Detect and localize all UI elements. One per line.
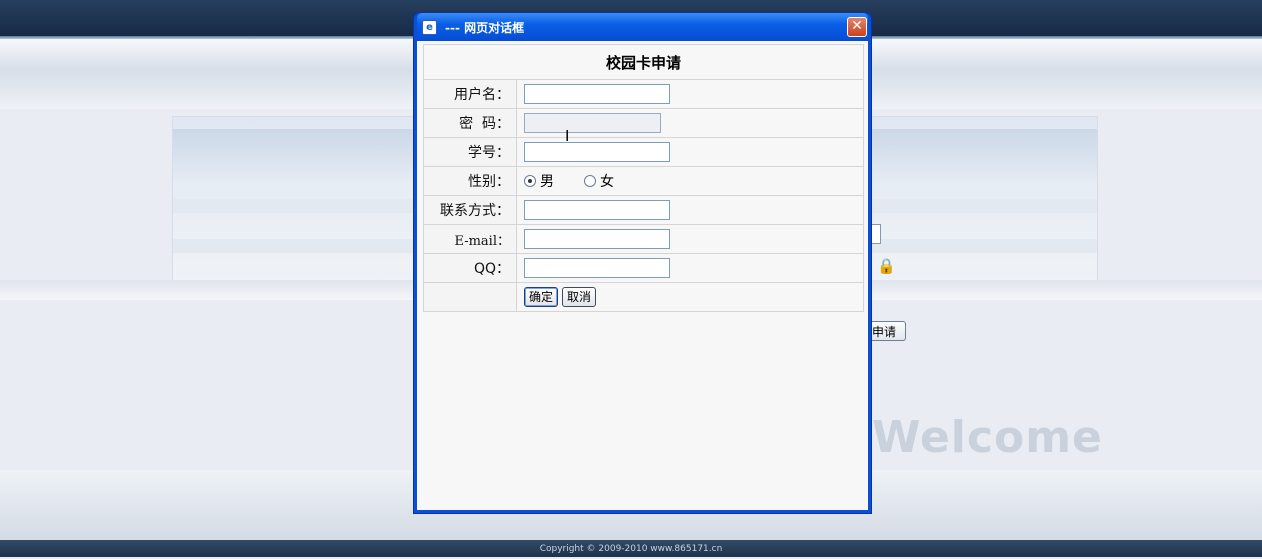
web-page-dialog: e --- 网页对话框 ✕ 校园卡申请 用户名： 密 码： 学号： 性别： 男 … [414, 13, 871, 513]
student-id-input[interactable] [524, 142, 670, 162]
cancel-button[interactable]: 取消 [562, 287, 597, 307]
email-input[interactable] [524, 229, 670, 249]
dialog-titlebar[interactable]: e --- 网页对话框 ✕ [417, 13, 868, 41]
background-apply-button[interactable]: 申请 [866, 321, 906, 341]
student-id-label: 学号： [423, 137, 517, 167]
radio-selected-icon[interactable] [524, 175, 536, 187]
confirm-button[interactable]: 确定 [524, 287, 559, 307]
buttons-label-cell [423, 282, 517, 312]
gender-radio-group: 男女 [516, 166, 864, 196]
email-label: E-mail： [423, 224, 517, 254]
dialog-title: --- 网页对话框 [445, 21, 525, 35]
dialog-client-area: 校园卡申请 用户名： 密 码： 学号： 性别： 男女 联系方式： E-mail：… [417, 41, 868, 510]
contact-label: 联系方式： [423, 195, 517, 225]
close-icon[interactable]: ✕ [847, 17, 867, 37]
gender-label: 性别： [423, 166, 517, 196]
gender-option-female[interactable]: 女 [584, 171, 614, 191]
qq-input[interactable] [524, 258, 670, 278]
footer-copyright: Copyright © 2009-2010 www.865171.cn [0, 540, 1262, 557]
lock-icon: 🔒 [877, 257, 896, 275]
qq-label: QQ： [423, 253, 517, 283]
radio-unselected-icon[interactable] [584, 175, 596, 187]
background-input-edge[interactable] [870, 224, 881, 244]
username-label: 用户名： [423, 79, 517, 109]
welcome-text: Welcome [872, 412, 1103, 463]
username-input[interactable] [524, 84, 670, 104]
gender-male-label: 男 [540, 174, 554, 190]
gender-female-label: 女 [600, 174, 614, 190]
gender-option-male[interactable]: 男 [524, 171, 554, 191]
ie-page-icon: e [422, 20, 437, 35]
campus-card-form: 校园卡申请 用户名： 密 码： 学号： 性别： 男女 联系方式： E-mail：… [423, 44, 864, 312]
contact-input[interactable] [524, 200, 670, 220]
form-title: 校园卡申请 [423, 44, 864, 80]
text-cursor-icon: I [565, 127, 570, 145]
password-input[interactable] [524, 113, 661, 133]
password-label: 密 码： [423, 108, 517, 138]
